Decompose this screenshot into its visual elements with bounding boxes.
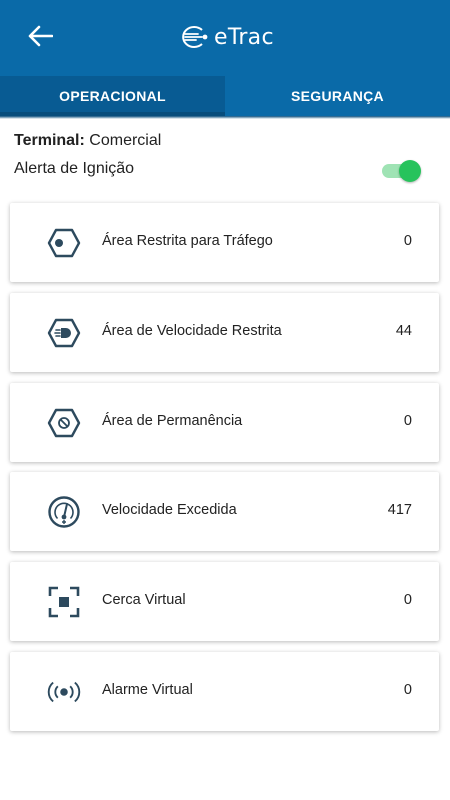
speed-restricted-area-card[interactable]: Área de Velocidade Restrita 44 — [10, 293, 439, 372]
restricted-area-icon — [47, 226, 81, 260]
virtual-fence-card[interactable]: Cerca Virtual 0 — [10, 562, 439, 641]
card-label: Área de Permanência — [102, 413, 243, 429]
ignition-alert-label: Alerta de Ignição — [14, 160, 135, 177]
card-count: 0 — [403, 592, 412, 608]
card-count: 0 — [403, 233, 412, 249]
card-label: Velocidade Excedida — [102, 502, 237, 518]
tab-label: SEGURANÇA — [291, 88, 384, 104]
card-label: Alarme Virtual — [102, 682, 193, 698]
tab-label: OPERACIONAL — [59, 88, 166, 104]
logo-text: eTrac — [214, 24, 274, 50]
app-bar: eTrac — [0, 0, 450, 76]
tab-bar: OPERACIONAL SEGURANÇA — [0, 76, 450, 116]
speed-restricted-area-icon — [47, 316, 81, 350]
virtual-fence-icon — [47, 585, 81, 619]
virtual-alarm-card[interactable]: Alarme Virtual 0 — [10, 652, 439, 731]
card-label: Área de Velocidade Restrita — [102, 323, 282, 339]
tab-shadow — [0, 116, 450, 119]
permanence-area-card[interactable]: Área de Permanência 0 — [10, 383, 439, 462]
app-screen: eTrac OPERACIONAL SEGURANÇA Terminal: Co… — [0, 0, 450, 800]
back-button[interactable] — [20, 16, 60, 56]
restricted-traffic-area-card[interactable]: Área Restrita para Tráfego 0 — [10, 203, 439, 282]
virtual-alarm-icon — [47, 675, 81, 709]
card-count: 0 — [403, 413, 412, 429]
terminal-value: Comercial — [89, 132, 162, 149]
card-count: 0 — [403, 682, 412, 698]
speedometer-icon — [47, 495, 81, 529]
card-label: Cerca Virtual — [102, 592, 186, 608]
ignition-alert-toggle[interactable] — [382, 160, 421, 182]
card-count: 417 — [387, 502, 412, 518]
card-label: Área Restrita para Tráfego — [102, 233, 273, 249]
etrac-logo-icon — [182, 26, 208, 48]
etrac-logo: eTrac — [180, 22, 274, 52]
card-count: 44 — [395, 323, 412, 339]
back-arrow-icon — [28, 25, 53, 47]
speed-exceeded-card[interactable]: Velocidade Excedida 417 — [10, 472, 439, 551]
terminal-info: Terminal: Comercial — [14, 132, 161, 150]
terminal-label: Terminal: — [14, 132, 85, 149]
tab-seguranca[interactable]: SEGURANÇA — [225, 76, 450, 116]
permanence-area-icon — [47, 406, 81, 440]
tab-operacional[interactable]: OPERACIONAL — [0, 76, 225, 116]
toggle-thumb — [399, 160, 421, 182]
